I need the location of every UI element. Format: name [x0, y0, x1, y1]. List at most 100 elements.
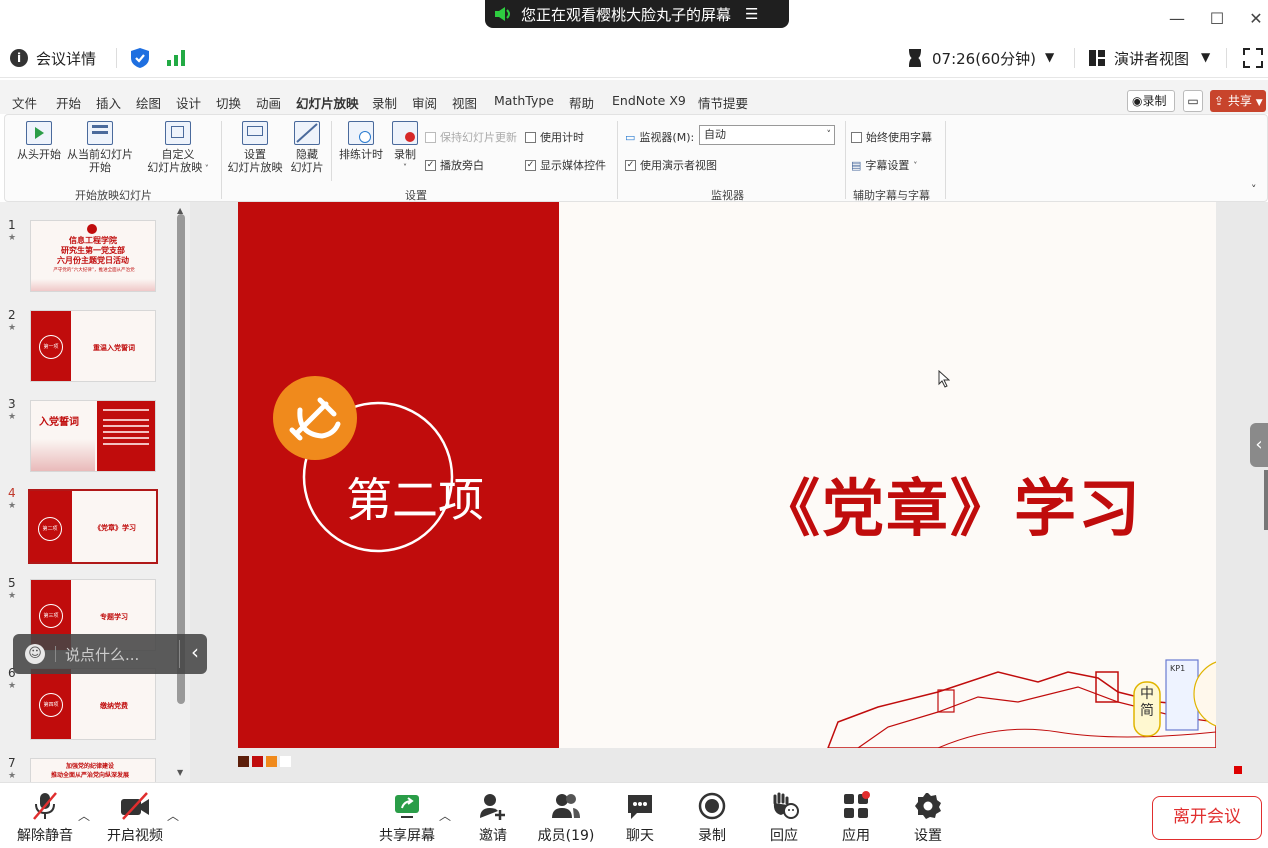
checkbox-checked: ✓ — [625, 159, 636, 171]
play-narrations-checkbox[interactable]: ✓ 播放旁白 — [425, 157, 484, 173]
animation-star-icon: ★ — [8, 233, 17, 243]
monitor-select[interactable]: 自动 ˅ — [699, 125, 835, 145]
audio-options-chevron-up-icon[interactable]: ︿ — [78, 807, 90, 824]
slide-thumbnail-1[interactable]: 信息工程学院 研究生第一党支部 六月份主题党日活动 严守党的“六大纪律”，推进全… — [30, 220, 156, 292]
signal-icon[interactable] — [166, 49, 186, 71]
group-label-start-show: 开始放映幻灯片 — [75, 189, 152, 202]
keep-slides-updated-checkbox[interactable]: 保持幻灯片更新 — [425, 129, 517, 145]
hide-slide-button[interactable]: 隐藏 幻灯片 — [287, 121, 327, 174]
ribbon-share-button[interactable]: ⇪ 共享 ▼ — [1210, 90, 1266, 112]
tab-review[interactable]: 审阅 — [412, 93, 437, 112]
screen-share-banner[interactable]: 您正在观看樱桃大脸丸子的屏幕 ☰ — [485, 0, 789, 28]
fullscreen-icon[interactable] — [1243, 48, 1263, 72]
tab-animations[interactable]: 动画 — [256, 93, 281, 112]
ribbon-collapse-chevron-icon[interactable]: ˅ — [1251, 183, 1257, 196]
tab-draw[interactable]: 绘图 — [136, 93, 161, 112]
tab-mathtype[interactable]: MathType — [494, 93, 554, 108]
emoji-icon[interactable]: ☺ — [25, 644, 45, 664]
collapse-chevron-left-icon[interactable]: ‹ — [191, 640, 199, 664]
tab-slide-show[interactable]: 幻灯片放映 — [296, 93, 359, 116]
theme-swatch — [252, 756, 263, 767]
theme-swatch — [238, 756, 249, 767]
tab-view[interactable]: 视图 — [452, 93, 477, 112]
banner-menu-icon[interactable]: ☰ — [745, 5, 758, 23]
custom-chevron-down-icon: ˅ — [202, 164, 209, 173]
tab-insert[interactable]: 插入 — [96, 93, 121, 112]
tab-record[interactable]: 录制 — [372, 93, 397, 112]
close-button[interactable]: ✕ — [1245, 8, 1267, 30]
share-options-chevron-up-icon[interactable]: ︿ — [439, 807, 451, 824]
shield-icon[interactable] — [130, 47, 150, 73]
show-media-controls-checkbox[interactable]: ✓ 显示媒体控件 — [525, 157, 606, 173]
thumbnail-scrollbar[interactable] — [177, 214, 185, 704]
slide-number: 1 — [8, 218, 16, 232]
ribbon-record-button[interactable]: ◉录制 — [1127, 90, 1175, 112]
settings-button[interactable]: 设置 — [910, 791, 946, 845]
leave-meeting-button[interactable]: 离开会议 — [1152, 796, 1262, 840]
slide-thumbnail-6[interactable]: 第四项 缴纳党费 — [30, 668, 156, 740]
checkbox-checked: ✓ — [425, 159, 436, 171]
speaker-icon — [495, 7, 513, 21]
presenter-view-button[interactable]: 演讲者视图 — [1114, 48, 1189, 69]
apps-button[interactable]: 应用 — [838, 791, 874, 845]
custom-slide-show-button[interactable]: 自定义 幻灯片放映 ˅ — [143, 121, 213, 175]
tab-home[interactable]: 开始 — [56, 93, 81, 112]
record-icon — [698, 792, 726, 820]
view-chevron-down-icon[interactable]: ▼ — [1201, 50, 1210, 64]
always-use-subtitles-checkbox[interactable]: 始终使用字幕 — [851, 129, 932, 145]
from-beginning-button[interactable]: 从头开始 — [15, 121, 63, 161]
unmute-button[interactable]: 解除静音 — [16, 791, 74, 845]
banner-text: 您正在观看樱桃大脸丸子的屏幕 — [521, 5, 732, 24]
timer-chevron-down-icon[interactable]: ▼ — [1045, 50, 1054, 64]
tab-transitions[interactable]: 切换 — [216, 93, 241, 112]
layout-icon[interactable] — [1088, 49, 1106, 71]
chat-input-placeholder[interactable]: 说点什么... — [65, 644, 139, 665]
maximize-button[interactable]: ☐ — [1206, 8, 1228, 30]
chat-bubble-icon — [628, 795, 652, 819]
meeting-timer[interactable]: 07:26(60分钟) — [932, 48, 1036, 69]
apps-grid-icon — [844, 791, 870, 818]
share-screen-button[interactable]: 共享屏幕 — [376, 791, 438, 845]
setup-slide-show-button[interactable]: 设置 幻灯片放映 — [227, 121, 283, 174]
checkbox-box — [525, 131, 536, 143]
use-presenter-view-checkbox[interactable]: ✓ 使用演示者视图 — [625, 157, 717, 173]
setup-show-icon — [242, 121, 268, 145]
checkbox-checked: ✓ — [525, 159, 536, 171]
chat-button[interactable]: 聊天 — [622, 791, 658, 845]
invite-button[interactable]: 邀请 — [470, 791, 516, 845]
tab-file[interactable]: 文件 — [12, 93, 37, 112]
from-current-slide-button[interactable]: 从当前幻灯片 开始 — [65, 121, 135, 174]
side-panel-chevron-left-icon[interactable]: ‹ — [1250, 423, 1268, 467]
rehearse-timings-button[interactable]: 排练计时 — [335, 121, 387, 161]
start-video-button[interactable]: 开启视频 — [104, 791, 166, 845]
slide-thumbnail-4[interactable]: 第二项 《党章》学习 — [28, 489, 158, 564]
use-timings-checkbox[interactable]: 使用计时 — [525, 129, 584, 145]
info-icon[interactable]: i — [10, 49, 28, 67]
scroll-down-arrow-icon[interactable]: ▼ — [177, 768, 183, 777]
group-separator — [331, 121, 332, 181]
add-user-icon — [480, 794, 505, 820]
meeting-details-link[interactable]: 会议详情 — [36, 48, 96, 69]
slide-thumbnail-3[interactable]: 入党誓词 — [30, 400, 156, 472]
scrollbar[interactable] — [1264, 470, 1268, 530]
subtitle-icon: ▤ — [851, 158, 862, 172]
react-button[interactable]: 回应 — [766, 791, 802, 845]
tab-help[interactable]: 帮助 — [569, 93, 594, 112]
hourglass-icon — [907, 49, 923, 71]
subtitle-settings-button[interactable]: ▤ 字幕设置 ˅ — [851, 157, 917, 173]
members-button[interactable]: 成员(19) — [536, 791, 596, 845]
video-options-chevron-up-icon[interactable]: ︿ — [167, 807, 179, 824]
divider — [1074, 48, 1075, 68]
record-slide-show-button[interactable]: 录制 ˅ — [389, 121, 421, 174]
record-button[interactable]: 录制 — [694, 791, 730, 845]
tab-endnote[interactable]: EndNote X9 — [612, 93, 686, 108]
tab-design[interactable]: 设计 — [176, 93, 201, 112]
tab-storyboard[interactable]: 情节提要 — [698, 93, 748, 112]
gear-icon — [915, 793, 941, 819]
share-icon: ⇪ — [1214, 94, 1225, 108]
floating-chat-input[interactable]: ☺ 说点什么... ‹ — [13, 634, 207, 674]
slide-thumbnail-7[interactable]: 加强党的纪律建设 推动全面从严治党向纵深发展 — [30, 758, 156, 782]
minimize-button[interactable]: — — [1166, 8, 1188, 30]
comment-icon[interactable]: ▭ — [1183, 90, 1203, 112]
slide-thumbnail-2[interactable]: 第一项 重温入党誓词 — [30, 310, 156, 382]
